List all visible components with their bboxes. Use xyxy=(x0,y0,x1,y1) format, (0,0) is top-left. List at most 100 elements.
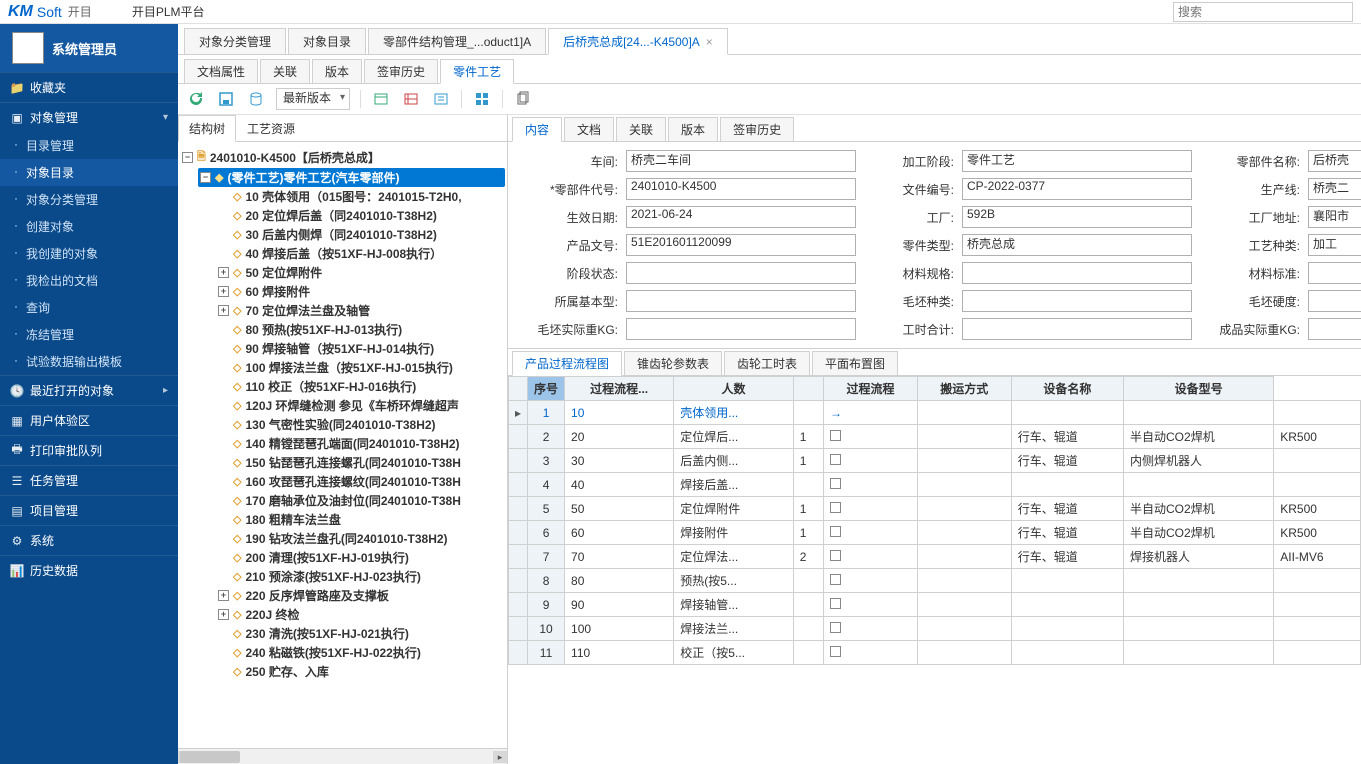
toggle-icon[interactable] xyxy=(218,457,229,468)
toggle-icon[interactable] xyxy=(218,248,229,259)
toggle-icon[interactable] xyxy=(218,324,229,335)
grid-icon[interactable] xyxy=(472,89,492,109)
checkbox-icon[interactable] xyxy=(830,598,841,609)
column-header[interactable] xyxy=(793,377,823,401)
tree-node[interactable]: ◇30 后盖内侧焊（同2401010-T38H2) xyxy=(216,225,505,244)
sidebar-item[interactable]: 试验数据输出模板 xyxy=(0,348,178,375)
tree-node[interactable]: ◇150 钻琵琶孔连接螺孔(同2401010-T38H xyxy=(216,453,505,472)
tree-node[interactable]: +◇220 反序焊管路座及支撑板 xyxy=(216,586,505,605)
toggle-icon[interactable] xyxy=(218,229,229,240)
tree-node[interactable]: −🗎2401010-K4500【后桥壳总成】 xyxy=(180,147,505,168)
detail-tab[interactable]: 文档 xyxy=(564,117,614,141)
column-header[interactable]: 设备型号 xyxy=(1124,377,1274,401)
toggle-icon[interactable] xyxy=(218,381,229,392)
toggle-icon[interactable] xyxy=(218,628,229,639)
scroll-right-icon[interactable]: ▸ xyxy=(493,751,507,763)
tool-icon-2[interactable] xyxy=(401,89,421,109)
refresh-icon[interactable] xyxy=(186,89,206,109)
checkbox-icon[interactable] xyxy=(830,646,841,657)
table-row[interactable]: 550定位焊附件1行车、辊道半自动CO2焊机KR500 xyxy=(509,497,1361,521)
sidebar-item[interactable]: 查询 xyxy=(0,294,178,321)
toggle-icon[interactable] xyxy=(218,419,229,430)
toggle-icon[interactable] xyxy=(218,400,229,411)
process-grid[interactable]: 序号过程流程...人数过程流程搬运方式设备名称设备型号110壳体领用...→22… xyxy=(508,376,1361,764)
checkbox-icon[interactable] xyxy=(830,502,841,513)
main-tab[interactable]: 对象目录 xyxy=(288,28,366,54)
checkbox-icon[interactable] xyxy=(830,430,841,441)
form-field[interactable] xyxy=(626,318,856,340)
form-field[interactable]: 加工 xyxy=(1308,234,1361,256)
form-field[interactable] xyxy=(962,318,1192,340)
nav-history[interactable]: 📊历史数据 xyxy=(0,555,178,585)
form-field[interactable]: 桥壳总成 xyxy=(962,234,1192,256)
tree-node[interactable]: ◇190 钻攻法兰盘孔(同2401010-T38H2) xyxy=(216,529,505,548)
tree-node[interactable]: ◇100 焊接法兰盘（按51XF-HJ-015执行) xyxy=(216,358,505,377)
sub-tab[interactable]: 零件工艺 xyxy=(440,59,514,84)
main-tab[interactable]: 对象分类管理 xyxy=(184,28,286,54)
tree-node[interactable]: +◇60 焊接附件 xyxy=(216,282,505,301)
form-field[interactable] xyxy=(962,290,1192,312)
table-row[interactable]: 770定位焊法...2行车、辊道焊接机器人AII-MV6 xyxy=(509,545,1361,569)
table-row[interactable]: 990焊接轴管... xyxy=(509,593,1361,617)
column-header[interactable]: 人数 xyxy=(674,377,793,401)
tool-icon-3[interactable] xyxy=(431,89,451,109)
toggle-icon[interactable]: + xyxy=(218,286,229,297)
column-header[interactable]: 搬运方式 xyxy=(917,377,1011,401)
tree-node[interactable]: ◇120J 环焊缝检测 参见《车桥环焊缝超声 xyxy=(216,396,505,415)
detail-tab[interactable]: 版本 xyxy=(668,117,718,141)
form-field[interactable]: 襄阳市 xyxy=(1308,206,1361,228)
sub-tab[interactable]: 关联 xyxy=(260,59,310,83)
nav-ux[interactable]: ▦用户体验区 xyxy=(0,405,178,435)
nav-project[interactable]: ▤项目管理 xyxy=(0,495,178,525)
tree-node[interactable]: −◆(零件工艺)零件工艺(汽车零部件) xyxy=(198,168,505,187)
close-icon[interactable]: × xyxy=(706,35,713,49)
checkbox-icon[interactable] xyxy=(830,574,841,585)
sidebar-item[interactable]: 对象分类管理 xyxy=(0,186,178,213)
sub-tab[interactable]: 版本 xyxy=(312,59,362,83)
column-header[interactable]: 设备名称 xyxy=(1011,377,1123,401)
form-field[interactable]: 2401010-K4500 xyxy=(626,178,856,200)
sub-tab[interactable]: 签审历史 xyxy=(364,59,438,83)
tree-node[interactable]: +◇220J 终检 xyxy=(216,605,505,624)
toggle-icon[interactable]: + xyxy=(218,609,229,620)
nav-recent[interactable]: 🕓最近打开的对象▸ xyxy=(0,375,178,405)
tree-node[interactable]: ◇130 气密性实验(同2401010-T38H2) xyxy=(216,415,505,434)
tree-node[interactable]: ◇240 粘磁铁(按51XF-HJ-022执行) xyxy=(216,643,505,662)
nav-task[interactable]: ☰任务管理 xyxy=(0,465,178,495)
checkbox-icon[interactable] xyxy=(830,622,841,633)
tree-node[interactable]: +◇70 定位焊法兰盘及轴管 xyxy=(216,301,505,320)
form-field[interactable] xyxy=(962,262,1192,284)
database-icon[interactable] xyxy=(246,89,266,109)
tree-node[interactable]: ◇180 粗精车法兰盘 xyxy=(216,510,505,529)
toggle-icon[interactable]: − xyxy=(200,172,211,183)
detail-tab[interactable]: 签审历史 xyxy=(720,117,794,141)
form-field[interactable]: 桥壳二 xyxy=(1308,178,1361,200)
tree-node[interactable]: +◇50 定位焊附件 xyxy=(216,263,505,282)
column-header[interactable]: 序号 xyxy=(528,377,565,401)
tree-node[interactable]: ◇210 预涂漆(按51XF-HJ-023执行) xyxy=(216,567,505,586)
checkbox-icon[interactable] xyxy=(830,526,841,537)
structure-tree[interactable]: −🗎2401010-K4500【后桥壳总成】−◆(零件工艺)零件工艺(汽车零部件… xyxy=(178,142,507,748)
table-row[interactable]: 110壳体领用...→ xyxy=(509,401,1361,425)
tree-node[interactable]: ◇170 磨轴承位及油封位(同2401010-T38H xyxy=(216,491,505,510)
form-field[interactable]: 零件工艺 xyxy=(962,150,1192,172)
grid-tab[interactable]: 齿轮工时表 xyxy=(724,351,810,375)
search-input[interactable] xyxy=(1173,2,1353,22)
column-header[interactable]: 过程流程 xyxy=(824,377,918,401)
toggle-icon[interactable] xyxy=(218,533,229,544)
grid-tab[interactable]: 产品过程流程图 xyxy=(512,351,622,376)
form-field[interactable]: 2021-06-24 xyxy=(626,206,856,228)
toggle-icon[interactable] xyxy=(218,571,229,582)
table-row[interactable]: 440焊接后盖... xyxy=(509,473,1361,497)
tree-node[interactable]: ◇230 清洗(按51XF-HJ-021执行) xyxy=(216,624,505,643)
tree-node[interactable]: ◇140 精镗琵琶孔端面(同2401010-T38H2) xyxy=(216,434,505,453)
tree-node[interactable]: ◇160 攻琵琶孔连接螺纹(同2401010-T38H xyxy=(216,472,505,491)
checkbox-icon[interactable] xyxy=(830,478,841,489)
leftpane-tab[interactable]: 工艺资源 xyxy=(236,115,306,141)
form-field[interactable]: 51E201601120099 xyxy=(626,234,856,256)
h-scrollbar[interactable]: ◂▸ xyxy=(178,748,507,764)
nav-print[interactable]: 🖶打印审批队列 xyxy=(0,435,178,465)
toggle-icon[interactable] xyxy=(218,362,229,373)
copy-icon[interactable] xyxy=(513,89,533,109)
toggle-icon[interactable] xyxy=(218,210,229,221)
